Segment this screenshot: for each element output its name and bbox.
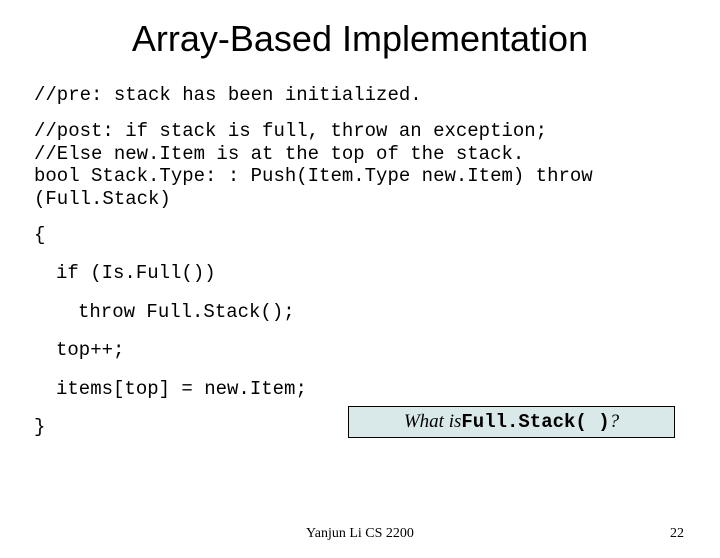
code-block: //pre: stack has been initialized. //pos… — [34, 84, 686, 438]
if-line: if (Is.Full()) — [56, 262, 686, 284]
assign-line: items[top] = new.Item; — [56, 378, 686, 400]
pre-comment: //pre: stack has been initialized. — [34, 84, 686, 106]
callout-prefix: What is — [404, 411, 462, 433]
fn-sig-2: (Full.Stack) — [34, 188, 686, 210]
signature-block: //post: if stack is full, throw an excep… — [34, 120, 686, 210]
callout-code: Full.Stack( ) — [461, 411, 609, 433]
fn-sig-1: bool Stack.Type: : Push(Item.Type new.It… — [34, 165, 686, 187]
open-brace: { — [34, 224, 686, 246]
incr-line: top++; — [56, 339, 686, 361]
post-comment-1: //post: if stack is full, throw an excep… — [34, 120, 686, 142]
slide-title: Array-Based Implementation — [0, 18, 720, 60]
callout-box: What is Full.Stack( ) ? — [348, 406, 675, 438]
throw-line: throw Full.Stack(); — [78, 301, 686, 323]
post-comment-2: //Else new.Item is at the top of the sta… — [34, 143, 686, 165]
callout-suffix: ? — [610, 411, 620, 433]
